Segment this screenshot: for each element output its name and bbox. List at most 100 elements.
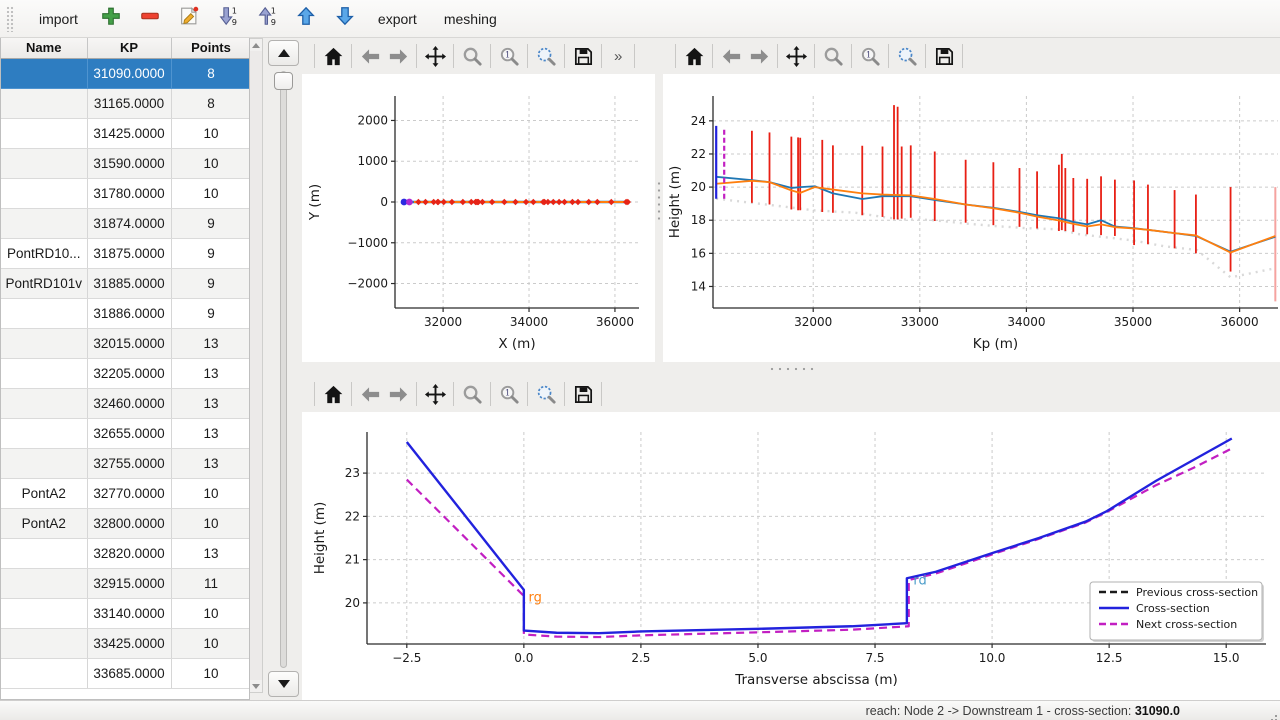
table-row[interactable]: 32205.000013 bbox=[1, 358, 250, 388]
table-scrollbar[interactable] bbox=[250, 38, 263, 693]
table-row[interactable]: 31425.000010 bbox=[1, 118, 250, 148]
table-cell[interactable] bbox=[1, 298, 87, 328]
table-row[interactable]: 33140.000010 bbox=[1, 598, 250, 628]
move-down-button[interactable] bbox=[333, 7, 357, 31]
table-row[interactable]: 31590.000010 bbox=[1, 148, 250, 178]
table-cell[interactable]: 9 bbox=[171, 298, 250, 328]
table-row[interactable]: PontRD10...31875.00009 bbox=[1, 238, 250, 268]
zoom-one-button[interactable]: 1 bbox=[495, 42, 523, 70]
table-cell[interactable]: 13 bbox=[171, 418, 250, 448]
forward-button[interactable] bbox=[384, 42, 412, 70]
pan-button[interactable] bbox=[421, 42, 449, 70]
pan-button[interactable] bbox=[421, 380, 449, 408]
table-cell[interactable]: PontA2 bbox=[1, 478, 87, 508]
table-cell[interactable] bbox=[1, 538, 87, 568]
table-cell[interactable]: 10 bbox=[171, 598, 250, 628]
table-cell[interactable]: 33425.0000 bbox=[87, 628, 171, 658]
save-button[interactable] bbox=[569, 42, 597, 70]
profile-plot[interactable]: 3200033000340003500036000242220181614Kp … bbox=[663, 74, 1280, 362]
table-cell[interactable] bbox=[1, 568, 87, 598]
table-row[interactable]: 32820.000013 bbox=[1, 538, 250, 568]
table-cell[interactable]: 10 bbox=[171, 658, 250, 688]
table-cell[interactable]: 9 bbox=[171, 238, 250, 268]
table-row[interactable]: 31165.00008 bbox=[1, 88, 250, 118]
table-cell[interactable]: 10 bbox=[171, 118, 250, 148]
table-cell[interactable]: 9 bbox=[171, 268, 250, 298]
table-cell[interactable]: 31886.0000 bbox=[87, 298, 171, 328]
table-cell[interactable] bbox=[1, 58, 87, 88]
table-cell[interactable]: 32800.0000 bbox=[87, 508, 171, 538]
table-cell[interactable]: PontA2 bbox=[1, 508, 87, 538]
table-row[interactable]: PontA232770.000010 bbox=[1, 478, 250, 508]
import-button[interactable]: import bbox=[33, 7, 84, 31]
table-cell[interactable]: 11 bbox=[171, 568, 250, 598]
home-button[interactable] bbox=[319, 380, 347, 408]
sort-ascending-button[interactable]: 19 bbox=[255, 7, 279, 31]
zoom-select-button[interactable] bbox=[532, 42, 560, 70]
table-cell[interactable] bbox=[1, 178, 87, 208]
table-cell[interactable]: 13 bbox=[171, 388, 250, 418]
forward-button[interactable] bbox=[384, 380, 412, 408]
table-cell[interactable] bbox=[1, 658, 87, 688]
table-cell[interactable]: 32655.0000 bbox=[87, 418, 171, 448]
table-row[interactable]: PontA232800.000010 bbox=[1, 508, 250, 538]
table-cell[interactable]: 31090.0000 bbox=[87, 58, 171, 88]
pan-button[interactable] bbox=[782, 42, 810, 70]
table-cell[interactable]: 32205.0000 bbox=[87, 358, 171, 388]
table-row[interactable]: 31780.000010 bbox=[1, 178, 250, 208]
table-cell[interactable] bbox=[1, 448, 87, 478]
table-cell[interactable] bbox=[1, 118, 87, 148]
table-cell[interactable]: 32770.0000 bbox=[87, 478, 171, 508]
table-cell[interactable] bbox=[1, 358, 87, 388]
zoom-button[interactable] bbox=[458, 42, 486, 70]
table-cell[interactable] bbox=[1, 598, 87, 628]
table-row[interactable]: PontRD101v31885.00009 bbox=[1, 268, 250, 298]
table-cell[interactable]: 31780.0000 bbox=[87, 178, 171, 208]
table-cell[interactable]: 31874.0000 bbox=[87, 208, 171, 238]
slider-thumb[interactable] bbox=[274, 72, 293, 90]
table-row[interactable]: 32755.000013 bbox=[1, 448, 250, 478]
zoom-button[interactable] bbox=[458, 380, 486, 408]
edit-button[interactable] bbox=[177, 7, 201, 31]
table-cell[interactable]: 8 bbox=[171, 58, 250, 88]
back-button[interactable] bbox=[356, 42, 384, 70]
table-cell[interactable]: 33685.0000 bbox=[87, 658, 171, 688]
table-cell[interactable]: 10 bbox=[171, 148, 250, 178]
table-cell[interactable] bbox=[1, 628, 87, 658]
sort-descending-button[interactable]: 19 bbox=[216, 7, 240, 31]
slider-up-button[interactable] bbox=[268, 40, 299, 66]
table-cell[interactable]: 32755.0000 bbox=[87, 448, 171, 478]
back-button[interactable] bbox=[356, 380, 384, 408]
plan-plot[interactable]: 320003400036000200010000−1000−2000X (m)Y… bbox=[302, 74, 655, 362]
table-cell[interactable]: 8 bbox=[171, 88, 250, 118]
table-cell[interactable]: 31425.0000 bbox=[87, 118, 171, 148]
table-cell[interactable] bbox=[1, 88, 87, 118]
scrollbar-up-button[interactable] bbox=[250, 39, 262, 51]
save-button[interactable] bbox=[569, 380, 597, 408]
back-button[interactable] bbox=[717, 42, 745, 70]
table-cell[interactable]: 31885.0000 bbox=[87, 268, 171, 298]
table-row[interactable]: 31886.00009 bbox=[1, 298, 250, 328]
add-button[interactable] bbox=[99, 7, 123, 31]
export-button[interactable]: export bbox=[372, 7, 423, 31]
table-cell[interactable]: 32460.0000 bbox=[87, 388, 171, 418]
resize-grip[interactable] bbox=[1275, 715, 1277, 717]
table-cell[interactable]: 13 bbox=[171, 538, 250, 568]
table-row[interactable]: 32915.000011 bbox=[1, 568, 250, 598]
zoom-one-button[interactable]: 1 bbox=[856, 42, 884, 70]
horizontal-splitter[interactable] bbox=[302, 362, 1280, 376]
home-button[interactable] bbox=[680, 42, 708, 70]
slider-groove[interactable] bbox=[280, 71, 287, 668]
slider-down-button[interactable] bbox=[268, 671, 299, 697]
save-button[interactable] bbox=[930, 42, 958, 70]
table-cell[interactable]: 32015.0000 bbox=[87, 328, 171, 358]
table-cell[interactable] bbox=[1, 328, 87, 358]
table-cell[interactable]: 9 bbox=[171, 208, 250, 238]
zoom-one-button[interactable]: 1 bbox=[495, 380, 523, 408]
zoom-select-button[interactable] bbox=[532, 380, 560, 408]
table-cell[interactable]: 33140.0000 bbox=[87, 598, 171, 628]
toolbar-drag-handle[interactable] bbox=[6, 6, 14, 32]
table-cell[interactable] bbox=[1, 388, 87, 418]
table-cell[interactable]: 31875.0000 bbox=[87, 238, 171, 268]
table-row[interactable]: 31874.00009 bbox=[1, 208, 250, 238]
